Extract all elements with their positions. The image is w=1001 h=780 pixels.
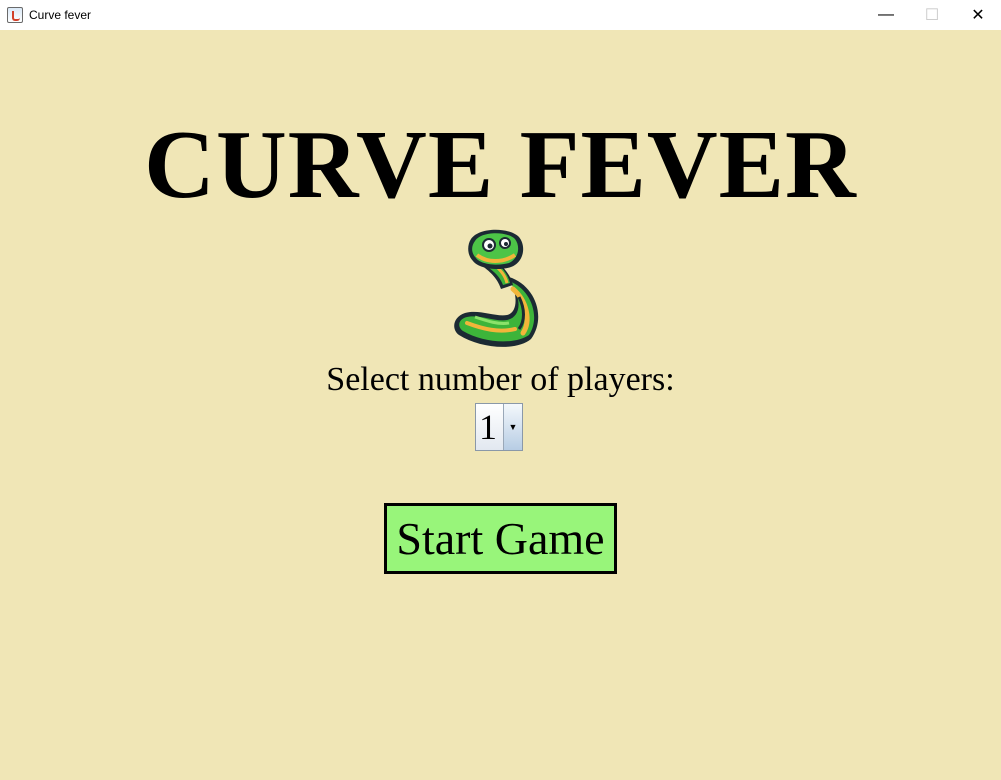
window-title: Curve fever (29, 8, 92, 22)
window-titlebar: Curve fever — ☐ ✕ (0, 0, 1001, 30)
players-select-value[interactable]: 1 (476, 404, 503, 450)
close-button[interactable]: ✕ (955, 0, 1001, 30)
start-game-button[interactable]: Start Game (384, 503, 617, 574)
game-title: CURVE FEVER (144, 111, 857, 219)
players-select[interactable]: 1 ▼ (475, 403, 523, 451)
minimize-icon: — (878, 6, 894, 23)
main-panel: CURVE FEVER Select number of players: 1 … (0, 30, 1001, 780)
java-app-icon (7, 7, 23, 23)
chevron-down-icon[interactable]: ▼ (503, 404, 522, 450)
players-prompt: Select number of players: (326, 361, 675, 398)
snake-icon (454, 229, 539, 347)
maximize-button[interactable]: ☐ (909, 0, 955, 30)
close-icon: ✕ (971, 7, 985, 24)
maximize-icon: ☐ (924, 7, 940, 24)
minimize-button[interactable]: — (863, 0, 909, 30)
